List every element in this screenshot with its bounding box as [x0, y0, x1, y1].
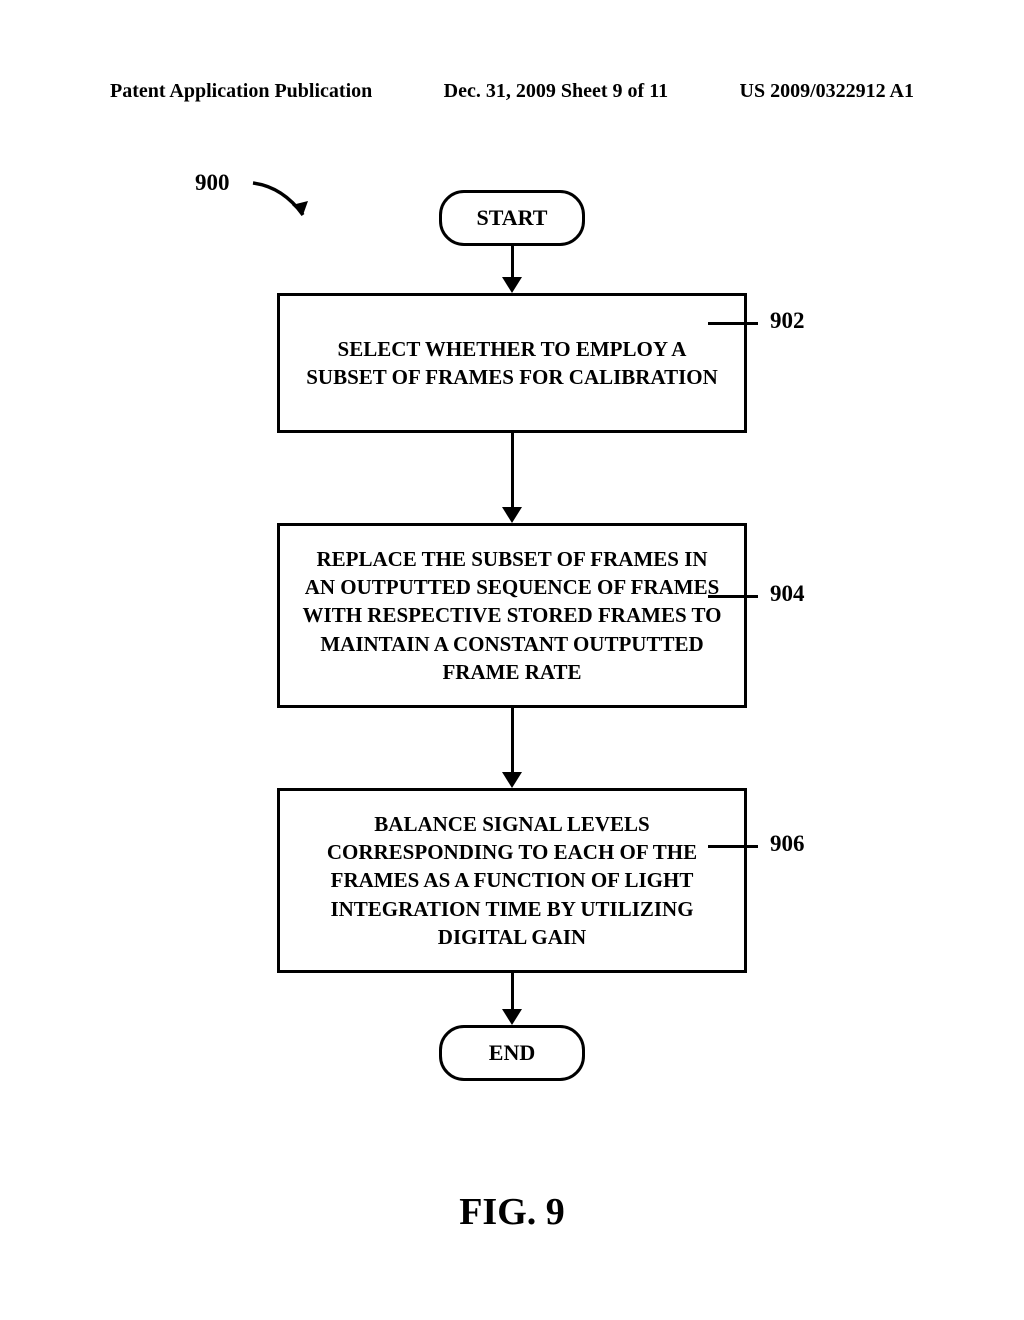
- header-center: Dec. 31, 2009 Sheet 9 of 11: [444, 80, 668, 103]
- figure-label: FIG. 9: [0, 1190, 1024, 1234]
- leader-3: [708, 845, 758, 848]
- process-step-3-text: BALANCE SIGNAL LEVELS CORRESPONDING TO E…: [300, 810, 724, 952]
- end-label: END: [489, 1040, 535, 1066]
- process-step-3: BALANCE SIGNAL LEVELS CORRESPONDING TO E…: [277, 788, 747, 973]
- process-step-2-text: REPLACE THE SUBSET OF FRAMES IN AN OUTPU…: [300, 545, 724, 687]
- ref-902: 902: [770, 308, 805, 334]
- header-left: Patent Application Publication: [110, 80, 372, 103]
- process-step-1: SELECT WHETHER TO EMPLOY A SUBSET OF FRA…: [277, 293, 747, 433]
- process-step-2: REPLACE THE SUBSET OF FRAMES IN AN OUTPU…: [277, 523, 747, 708]
- ref-904: 904: [770, 581, 805, 607]
- start-node: START: [439, 190, 585, 246]
- page-header: Patent Application Publication Dec. 31, …: [110, 80, 914, 103]
- patent-page: Patent Application Publication Dec. 31, …: [0, 0, 1024, 1320]
- process-step-1-text: SELECT WHETHER TO EMPLOY A SUBSET OF FRA…: [300, 335, 724, 392]
- header-right: US 2009/0322912 A1: [740, 80, 914, 103]
- leader-1: [708, 322, 758, 325]
- end-node: END: [439, 1025, 585, 1081]
- ref-906: 906: [770, 831, 805, 857]
- start-label: START: [477, 205, 548, 231]
- flowchart: START SELECT WHETHER TO EMPLOY A SUBSET …: [0, 150, 1024, 1110]
- leader-2: [708, 595, 758, 598]
